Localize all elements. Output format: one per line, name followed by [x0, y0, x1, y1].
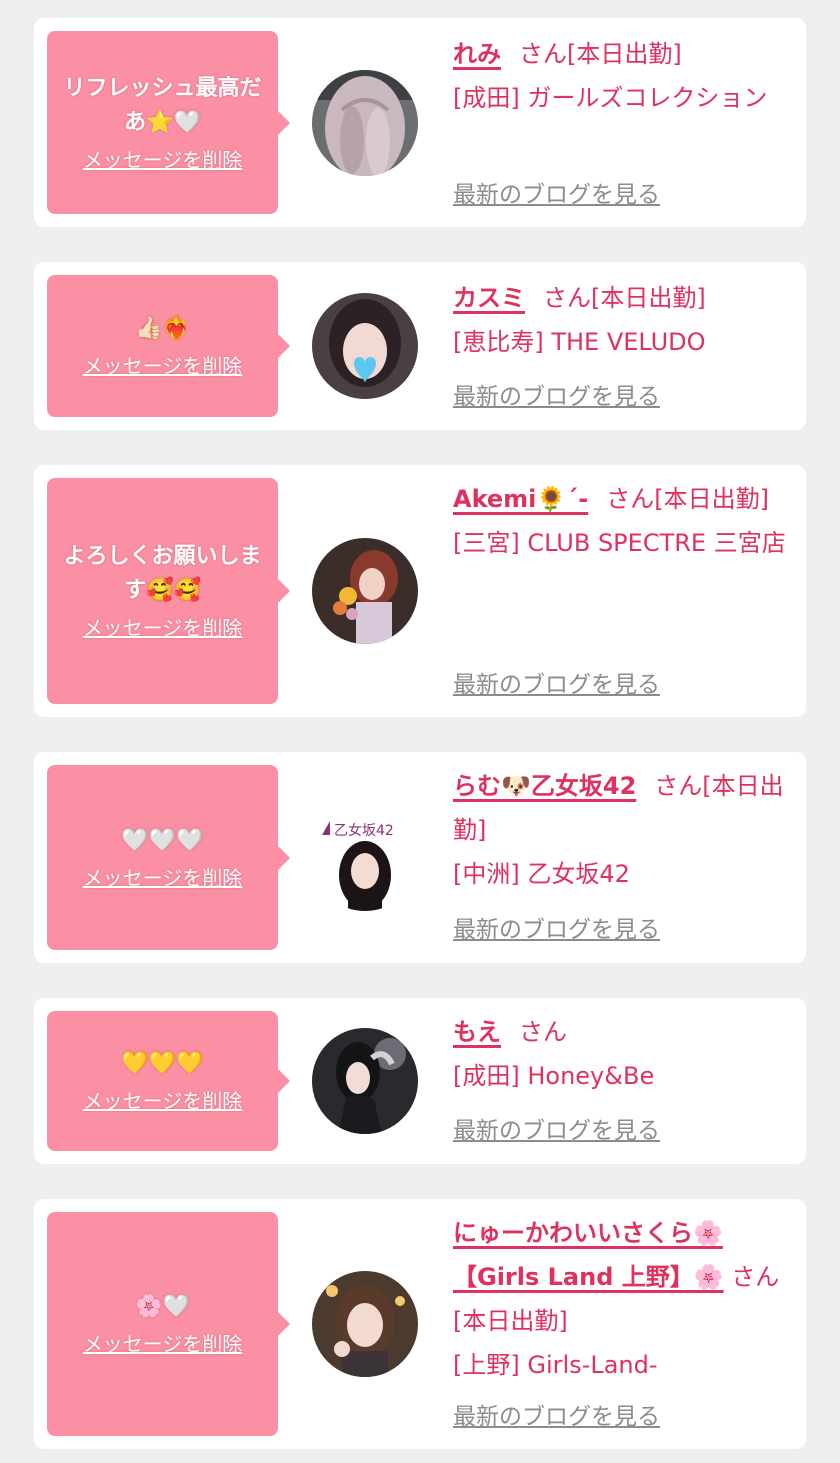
- message-text: 🌸🤍: [135, 1294, 190, 1319]
- latest-blog-link[interactable]: 最新のブログを見る: [453, 1116, 660, 1146]
- message-bubble: 🌸🤍 メッセージを削除: [47, 1212, 290, 1436]
- avatar-image: [312, 538, 418, 644]
- attendance-status: [本日出勤]: [654, 485, 769, 513]
- avatar-image: [312, 293, 418, 399]
- honorific: さん: [519, 40, 567, 68]
- avatar-overlay-text: 乙女坂42: [334, 822, 394, 839]
- honorific: さん: [731, 1263, 780, 1291]
- delete-message-link[interactable]: メッセージを削除: [83, 1087, 243, 1115]
- list-item: 👍🏻❤️‍🔥 メッセージを削除 カスミ さん[本日出勤] [恵比寿] THE VE…: [34, 262, 806, 430]
- delete-message-link[interactable]: メッセージを削除: [83, 864, 243, 892]
- list-item: 🌸🤍 メッセージを削除 にゅーかわいいさくら🌸【Girls Land 上野】🌸 …: [34, 1199, 806, 1449]
- message-text: 🤍🤍🤍: [121, 827, 204, 853]
- latest-blog-link[interactable]: 最新のブログを見る: [453, 670, 660, 700]
- shop-name: [成田] ガールズコレクション: [453, 84, 768, 112]
- cast-info: もえ さん [成田] Honey&Be: [453, 1010, 793, 1098]
- message-text: よろしくお願いします🥰🥰: [63, 544, 262, 603]
- cast-info: らむ🐶乙女坂42 さん[本日出勤] [中洲] 乙女坂42: [453, 764, 793, 896]
- avatar-image: [312, 1028, 418, 1134]
- avatar-image: [312, 1271, 418, 1377]
- shop-name: [成田] Honey&Be: [453, 1062, 655, 1090]
- cast-name-line: もえ さん: [453, 1010, 793, 1054]
- cast-name-link[interactable]: カスミ: [453, 284, 525, 312]
- delete-message-link[interactable]: メッセージを削除: [83, 1330, 243, 1358]
- attendance-status: [本日出勤]: [453, 1307, 568, 1335]
- message-text: リフレッシュ最高だあ⭐🤍: [63, 75, 262, 135]
- cast-name-link[interactable]: にゅーかわいいさくら🌸【Girls Land 上野】🌸: [453, 1219, 724, 1291]
- delete-message-link[interactable]: メッセージを削除: [83, 352, 243, 380]
- message-bubble: リフレッシュ最高だあ⭐🤍 メッセージを削除: [47, 31, 290, 214]
- cast-info: れみ さん[本日出勤] [成田] ガールズコレクション: [453, 32, 793, 120]
- honorific: さん: [519, 1018, 567, 1046]
- avatar-image: 乙女坂42: [312, 805, 418, 911]
- delete-message-link[interactable]: メッセージを削除: [83, 614, 243, 642]
- cast-name-line: らむ🐶乙女坂42 さん[本日出勤]: [453, 764, 793, 852]
- cast-name-line: カスミ さん[本日出勤]: [453, 276, 793, 320]
- cast-name-link[interactable]: れみ: [453, 40, 501, 68]
- cast-name-line: れみ さん[本日出勤]: [453, 32, 793, 76]
- shop-name: [三宮] CLUB SPECTRE 三宮店: [453, 529, 786, 557]
- avatar[interactable]: [312, 538, 418, 644]
- list-item: 🤍🤍🤍 メッセージを削除 乙女坂42 らむ🐶乙女坂42 さん[本日出勤] [中洲]…: [34, 752, 806, 963]
- avatar-image: [312, 70, 418, 176]
- honorific: さん: [606, 485, 655, 513]
- avatar[interactable]: [312, 293, 418, 399]
- cast-info: Akemi🌻´- さん[本日出勤] [三宮] CLUB SPECTRE 三宮店: [453, 477, 793, 565]
- message-text: 👍🏻❤️‍🔥: [135, 316, 190, 341]
- cast-name-link[interactable]: らむ🐶乙女坂42: [453, 772, 636, 800]
- message-bubble: 👍🏻❤️‍🔥 メッセージを削除: [47, 275, 290, 417]
- message-bubble: よろしくお願いします🥰🥰 メッセージを削除: [47, 478, 290, 704]
- cast-name-line: Akemi🌻´- さん[本日出勤]: [453, 477, 793, 521]
- avatar[interactable]: [312, 1271, 418, 1377]
- honorific: さん: [543, 284, 591, 312]
- delete-message-link[interactable]: メッセージを削除: [83, 146, 243, 174]
- message-text: 💛💛💛: [121, 1051, 204, 1076]
- shop-name: [恵比寿] THE VELUDO: [453, 328, 706, 356]
- avatar[interactable]: [312, 70, 418, 176]
- avatar[interactable]: 乙女坂42: [312, 805, 418, 911]
- message-bubble: 💛💛💛 メッセージを削除: [47, 1011, 290, 1151]
- latest-blog-link[interactable]: 最新のブログを見る: [453, 180, 660, 210]
- latest-blog-link[interactable]: 最新のブログを見る: [453, 1402, 660, 1432]
- honorific: さん: [654, 772, 703, 800]
- shop-name: [中洲] 乙女坂42: [453, 860, 630, 888]
- favorite-list: リフレッシュ最高だあ⭐🤍 メッセージを削除 れみ さん[本日出勤] [成田] ガー…: [0, 0, 840, 1463]
- message-bubble: 🤍🤍🤍 メッセージを削除: [47, 765, 290, 950]
- attendance-status: [本日出勤]: [591, 284, 706, 312]
- attendance-status: [本日出勤]: [567, 40, 682, 68]
- list-item: よろしくお願いします🥰🥰 メッセージを削除 Akemi🌻´- さん[本日出勤] […: [34, 465, 806, 717]
- shop-name: [上野] Girls-Land-: [453, 1351, 658, 1379]
- cast-info: カスミ さん[本日出勤] [恵比寿] THE VELUDO: [453, 276, 793, 364]
- cast-info: にゅーかわいいさくら🌸【Girls Land 上野】🌸 さん [本日出勤] [上野…: [453, 1211, 793, 1387]
- list-item: リフレッシュ最高だあ⭐🤍 メッセージを削除 れみ さん[本日出勤] [成田] ガー…: [34, 18, 806, 227]
- list-item: 💛💛💛 メッセージを削除 もえ さん [成田] Honey&Be 最新のブログを見…: [34, 998, 806, 1164]
- cast-name-link[interactable]: もえ: [453, 1018, 501, 1046]
- cast-name-link[interactable]: Akemi🌻´-: [453, 485, 588, 513]
- latest-blog-link[interactable]: 最新のブログを見る: [453, 382, 660, 412]
- avatar[interactable]: [312, 1028, 418, 1134]
- latest-blog-link[interactable]: 最新のブログを見る: [453, 915, 660, 945]
- cast-name-line: にゅーかわいいさくら🌸【Girls Land 上野】🌸 さん [本日出勤]: [453, 1211, 793, 1343]
